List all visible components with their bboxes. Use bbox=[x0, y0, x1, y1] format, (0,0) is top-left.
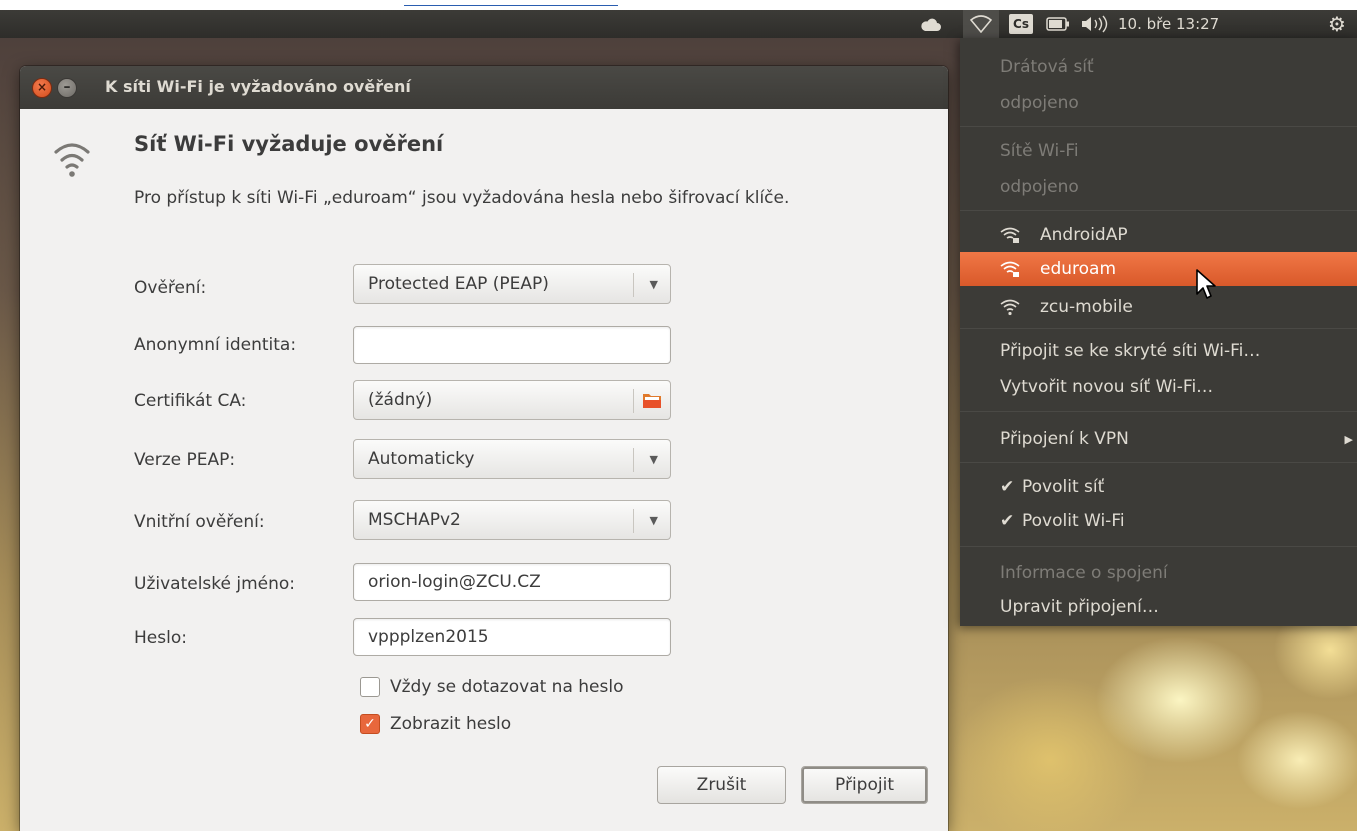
show-password-checkbox[interactable]: ✓ Zobrazit heslo bbox=[360, 714, 511, 734]
dialog-title: K síti Wi-Fi je vyžadováno ověření bbox=[105, 77, 411, 96]
menu-separator bbox=[960, 210, 1357, 211]
menu-separator bbox=[960, 462, 1357, 463]
connect-hidden-network-item[interactable]: Připojit se ke skryté síti Wi-Fi… bbox=[960, 334, 1357, 368]
menu-separator bbox=[960, 546, 1357, 547]
menu-separator bbox=[960, 126, 1357, 127]
submenu-arrow-icon: ▶ bbox=[1344, 432, 1353, 446]
create-new-network-item[interactable]: Vytvořit novou síť Wi-Fi… bbox=[960, 370, 1357, 404]
network-item-eduroam[interactable]: eduroam bbox=[960, 252, 1357, 286]
vpn-label: Připojení k VPN bbox=[1000, 429, 1129, 449]
network-item-androidap[interactable]: AndroidAP bbox=[960, 218, 1357, 252]
always-ask-checkbox[interactable]: Vždy se dotazovat na heslo bbox=[360, 677, 623, 697]
auth-method-value: Protected EAP (PEAP) bbox=[368, 274, 549, 294]
title-bar[interactable]: × – K síti Wi-Fi je vyžadováno ověření bbox=[20, 66, 948, 109]
dropdown-arrow-icon: ▼ bbox=[649, 453, 658, 466]
enable-wifi-label: Povolit Wi-Fi bbox=[1022, 511, 1125, 531]
dialog-heading: Síť Wi-Fi vyžaduje ověření bbox=[134, 132, 444, 156]
enable-network-item[interactable]: ✔ Povolit síť bbox=[960, 470, 1357, 504]
wifi-indicator-icon[interactable] bbox=[963, 10, 999, 38]
close-button[interactable]: × bbox=[32, 78, 52, 98]
ca-cert-label: Certifikát CA: bbox=[134, 391, 247, 411]
wired-network-header: Drátová síť bbox=[1000, 57, 1094, 77]
edit-connections-item[interactable]: Upravit připojení… bbox=[960, 590, 1357, 624]
dropdown-separator bbox=[633, 273, 634, 297]
wifi-status: odpojeno bbox=[1000, 177, 1079, 197]
username-label: Uživatelské jméno: bbox=[134, 574, 296, 594]
vpn-connections-item[interactable]: Připojení k VPN ▶ bbox=[960, 422, 1357, 456]
network-name: AndroidAP bbox=[1040, 225, 1128, 245]
checkbox-checked-icon[interactable]: ✓ bbox=[360, 714, 380, 734]
inner-auth-value: MSCHAPv2 bbox=[368, 510, 461, 530]
inner-auth-dropdown[interactable]: MSCHAPv2 ▼ bbox=[353, 500, 671, 540]
show-password-label: Zobrazit heslo bbox=[390, 714, 512, 734]
anon-identity-label: Anonymní identita: bbox=[134, 335, 297, 355]
cloud-icon[interactable] bbox=[915, 10, 947, 38]
password-label: Heslo: bbox=[134, 628, 187, 648]
wired-network-status: odpojeno bbox=[1000, 93, 1079, 113]
network-menu: Drátová síť odpojeno Sítě Wi-Fi odpojeno… bbox=[960, 38, 1357, 626]
keyboard-layout-indicator[interactable]: Cs bbox=[1004, 10, 1038, 38]
wifi-secure-icon bbox=[1000, 227, 1020, 243]
checkmark-icon: ✔ bbox=[1000, 477, 1015, 497]
ca-cert-file-chooser[interactable]: (žádný) bbox=[353, 380, 671, 420]
minimize-button[interactable]: – bbox=[57, 78, 77, 98]
top-panel: Cs 10. bře 13:27 ⚙ bbox=[0, 10, 1357, 38]
checkmark-icon: ✔ bbox=[1000, 511, 1015, 531]
network-name: zcu-mobile bbox=[1040, 297, 1133, 317]
network-item-zcu-mobile[interactable]: zcu-mobile bbox=[960, 290, 1357, 324]
peap-version-value: Automaticky bbox=[368, 449, 475, 469]
dialog-description: Pro přístup k síti Wi-Fi „eduroam“ jsou … bbox=[134, 188, 790, 208]
browser-page-strip bbox=[0, 0, 1357, 10]
checkbox-box[interactable] bbox=[360, 677, 380, 697]
enable-network-label: Povolit síť bbox=[1022, 477, 1105, 497]
username-input[interactable]: orion-login@ZCU.CZ bbox=[353, 563, 671, 601]
dropdown-separator bbox=[633, 448, 634, 472]
dropdown-arrow-icon: ▼ bbox=[649, 514, 658, 527]
page-link-underline bbox=[404, 0, 618, 6]
keyboard-layout-label: Cs bbox=[1009, 14, 1033, 34]
dropdown-arrow-icon: ▼ bbox=[649, 278, 658, 291]
anon-identity-input[interactable] bbox=[353, 326, 671, 364]
enable-wifi-item[interactable]: ✔ Povolit Wi-Fi bbox=[960, 504, 1357, 538]
chooser-separator bbox=[633, 389, 634, 413]
password-input[interactable]: vppplzen2015 bbox=[353, 618, 671, 656]
wifi-auth-dialog: × – K síti Wi-Fi je vyžadováno ověření S… bbox=[20, 66, 948, 831]
wifi-signal-icon bbox=[54, 143, 90, 177]
ca-cert-value: (žádný) bbox=[368, 390, 433, 410]
always-ask-label: Vždy se dotazovat na heslo bbox=[390, 677, 624, 697]
connection-info-item: Informace o spojení bbox=[1000, 563, 1168, 583]
connect-button[interactable]: Připojit bbox=[801, 766, 928, 804]
clock[interactable]: 10. bře 13:27 bbox=[1118, 10, 1318, 38]
peap-version-label: Verze PEAP: bbox=[134, 450, 236, 470]
session-gear-icon[interactable]: ⚙ bbox=[1322, 10, 1352, 38]
menu-separator bbox=[960, 411, 1357, 412]
auth-method-dropdown[interactable]: Protected EAP (PEAP) ▼ bbox=[353, 264, 671, 304]
auth-label: Ověření: bbox=[134, 278, 207, 298]
wifi-signal-icon bbox=[1000, 299, 1020, 316]
inner-auth-label: Vnitřní ověření: bbox=[134, 512, 265, 532]
wifi-networks-header: Sítě Wi-Fi bbox=[1000, 141, 1079, 161]
peap-version-dropdown[interactable]: Automaticky ▼ bbox=[353, 439, 671, 479]
battery-icon[interactable] bbox=[1043, 10, 1073, 38]
cancel-button[interactable]: Zrušit bbox=[657, 766, 786, 804]
menu-separator bbox=[960, 328, 1357, 329]
network-name: eduroam bbox=[1040, 259, 1117, 279]
wifi-secure-icon bbox=[1000, 261, 1020, 277]
mouse-pointer-icon bbox=[1196, 269, 1216, 299]
dropdown-separator bbox=[633, 509, 634, 533]
volume-icon[interactable] bbox=[1076, 10, 1112, 38]
folder-icon bbox=[643, 394, 661, 408]
